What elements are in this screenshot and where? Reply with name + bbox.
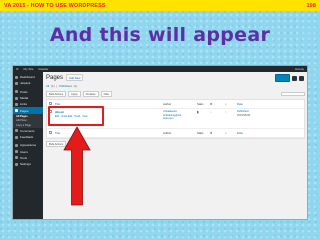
page-icon [15,109,18,113]
apply-button[interactable]: Apply [68,91,81,98]
sidebar-item-settings[interactable]: Settings [13,161,43,167]
wp-logo-icon[interactable]: ⊛ [16,67,19,71]
site-name[interactable]: My Site [24,67,34,71]
slide-headline: And this will appear [49,24,271,46]
wrench-icon [15,156,18,160]
star-icon: ★ [209,102,213,107]
bulk-actions-select[interactable]: Bulk Actions [46,91,67,98]
page-header: Pages Add New [46,74,305,81]
annotation-arrow-icon [63,126,91,206]
column-date[interactable]: Date [235,100,304,108]
header-tools [275,74,304,82]
wp-admin-bar[interactable]: ⊛ My Site Reader Howdy [13,66,307,72]
filter-button[interactable]: Filter [100,91,113,98]
star-footer-icon: ★ [209,131,213,136]
feedback-icon [15,135,18,139]
page-title: Pages [46,74,64,81]
column-stats-footer: Stats [197,131,204,136]
row-date: Published 2015/05/09 [237,110,250,117]
column-author: Author [163,102,172,107]
pin-icon [15,90,18,94]
column-date-footer[interactable]: Date [235,129,304,137]
link-icon [15,102,18,106]
dates-select[interactable]: All dates [82,91,99,98]
slide-course-title: VA 2015 - HOW TO USE WORDPRESS [4,2,106,9]
status-all-link[interactable]: All [46,84,49,88]
status-published-link[interactable]: Published [59,84,71,88]
slide-number: 198 [306,2,316,9]
howdy-user[interactable]: Howdy [295,67,304,71]
publish-button[interactable] [275,74,290,82]
status-published-count: (1) [73,84,77,88]
highlight-box [48,106,104,126]
dashboard-icon [15,75,18,79]
comments-column-icon: ▪ [225,102,227,107]
select-all-checkbox[interactable] [49,102,52,106]
table-filters: Bulk Actions Apply All dates Filter [46,91,305,98]
slide-top-bar: VA 2015 - HOW TO USE WORDPRESS 198 [0,0,320,11]
column-stats: Stats [197,102,204,107]
comment-count-icon: ▫ [225,110,227,115]
column-author-footer: Author [163,131,172,136]
media-icon [15,96,18,100]
status-all-count: (1) [51,84,55,88]
wordpress-screenshot: ⊛ My Site Reader Howdy Dashboard Jetpack… [12,65,308,220]
user-icon [15,150,18,154]
user-avatar-icon[interactable] [299,75,304,81]
settings-icon [15,162,18,166]
add-new-button[interactable]: Add New [66,74,84,81]
stats-icon[interactable]: ▮ [195,109,205,115]
jetpack-icon [15,81,18,85]
wp-admin-sidebar: Dashboard Jetpack Posts Media Links Page… [13,72,43,219]
brush-icon [15,143,18,147]
search-pages-input[interactable] [281,91,305,97]
status-filter-links: All (1) | Published (1) [46,84,77,88]
comment-bubble-icon: ▫ [210,110,212,115]
select-all-footer-checkbox[interactable] [49,131,52,135]
notifications-icon[interactable] [292,75,297,81]
row-author[interactable]: virtualassist anttraining@out look.com [161,109,195,121]
comments-footer-icon: ▪ [225,131,227,136]
comment-icon [15,129,18,133]
reader-link[interactable]: Reader [39,67,49,71]
